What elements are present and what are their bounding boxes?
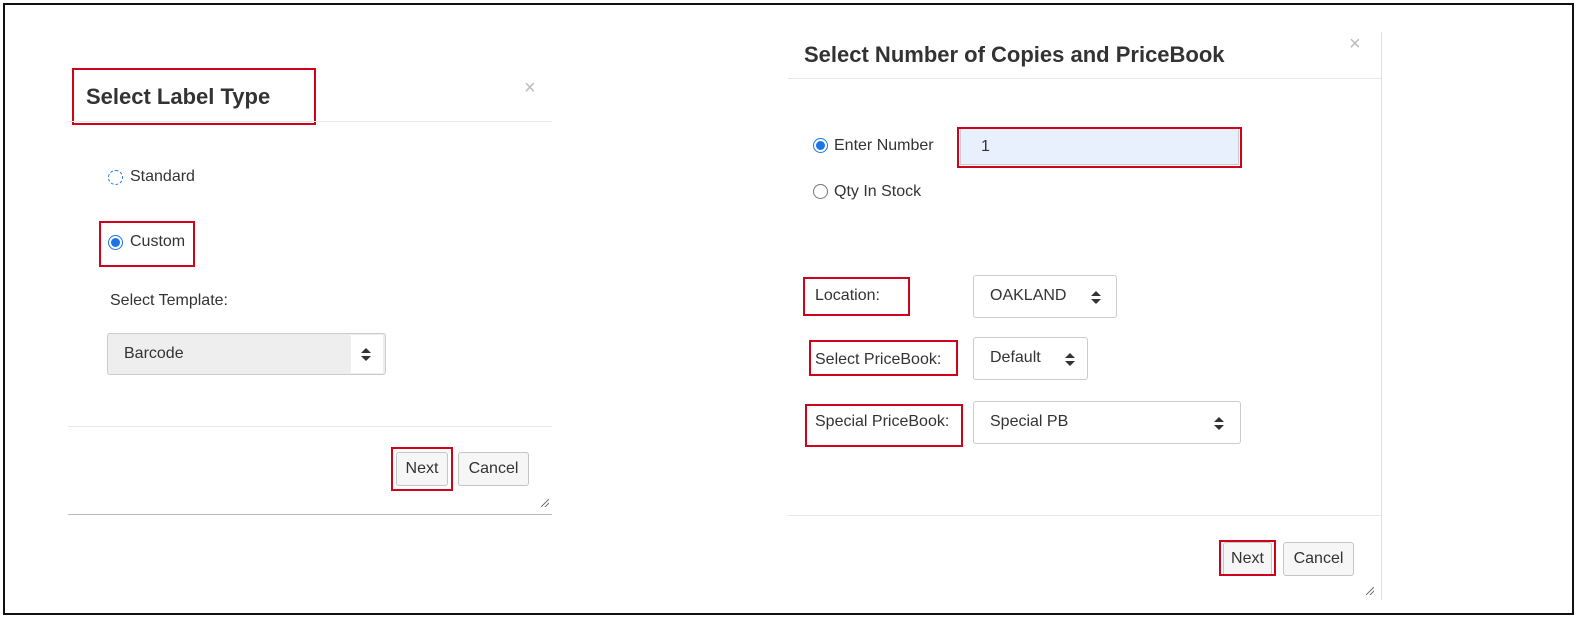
cancel-button[interactable]: Cancel [458, 452, 529, 486]
divider [788, 515, 1381, 516]
close-icon[interactable]: × [524, 78, 536, 98]
template-value: Barcode [124, 345, 184, 362]
divider [68, 514, 552, 515]
highlight-box [391, 447, 453, 491]
highlight-box [957, 127, 1242, 168]
pricebook-select[interactable]: Default [973, 337, 1088, 380]
divider [788, 78, 1381, 79]
radio-label: Standard [130, 168, 195, 185]
chevron-updown-icon [1091, 291, 1101, 305]
radio-label: Qty In Stock [834, 183, 922, 200]
location-value: OAKLAND [990, 287, 1067, 304]
radio-qty-in-stock[interactable]: Qty In Stock [813, 183, 921, 203]
chevron-updown-icon [1065, 353, 1075, 367]
divider [68, 426, 552, 427]
highlight-box [803, 277, 910, 316]
highlight-box [1219, 540, 1276, 576]
special-pricebook-value: Special PB [990, 413, 1069, 430]
chevron-updown-icon [1214, 417, 1224, 431]
special-pricebook-select[interactable]: Special PB [973, 401, 1241, 444]
radio-label: Enter Number [834, 137, 934, 154]
close-icon[interactable]: × [1349, 34, 1361, 54]
resize-handle-icon[interactable] [1366, 587, 1374, 595]
template-label: Select Template: [110, 292, 228, 309]
highlight-box [809, 340, 958, 376]
cancel-button[interactable]: Cancel [1283, 542, 1354, 576]
radio-button[interactable] [813, 184, 828, 199]
template-select[interactable]: Barcode [107, 333, 386, 375]
highlight-box [99, 221, 195, 267]
radio-button[interactable] [813, 138, 828, 153]
location-select[interactable]: OAKLAND [973, 275, 1117, 318]
dialog-border [1381, 32, 1382, 600]
chevron-updown-icon [361, 348, 371, 362]
radio-button[interactable] [108, 170, 123, 185]
highlight-box [805, 404, 963, 447]
radio-standard[interactable]: Standard [108, 168, 195, 188]
dialog-title: Select Number of Copies and PriceBook [804, 42, 1225, 67]
highlight-box [72, 68, 316, 125]
radio-enter-number[interactable]: Enter Number [813, 137, 934, 157]
resize-handle-icon[interactable] [541, 499, 549, 507]
pricebook-value: Default [990, 349, 1041, 366]
divider [68, 121, 552, 122]
